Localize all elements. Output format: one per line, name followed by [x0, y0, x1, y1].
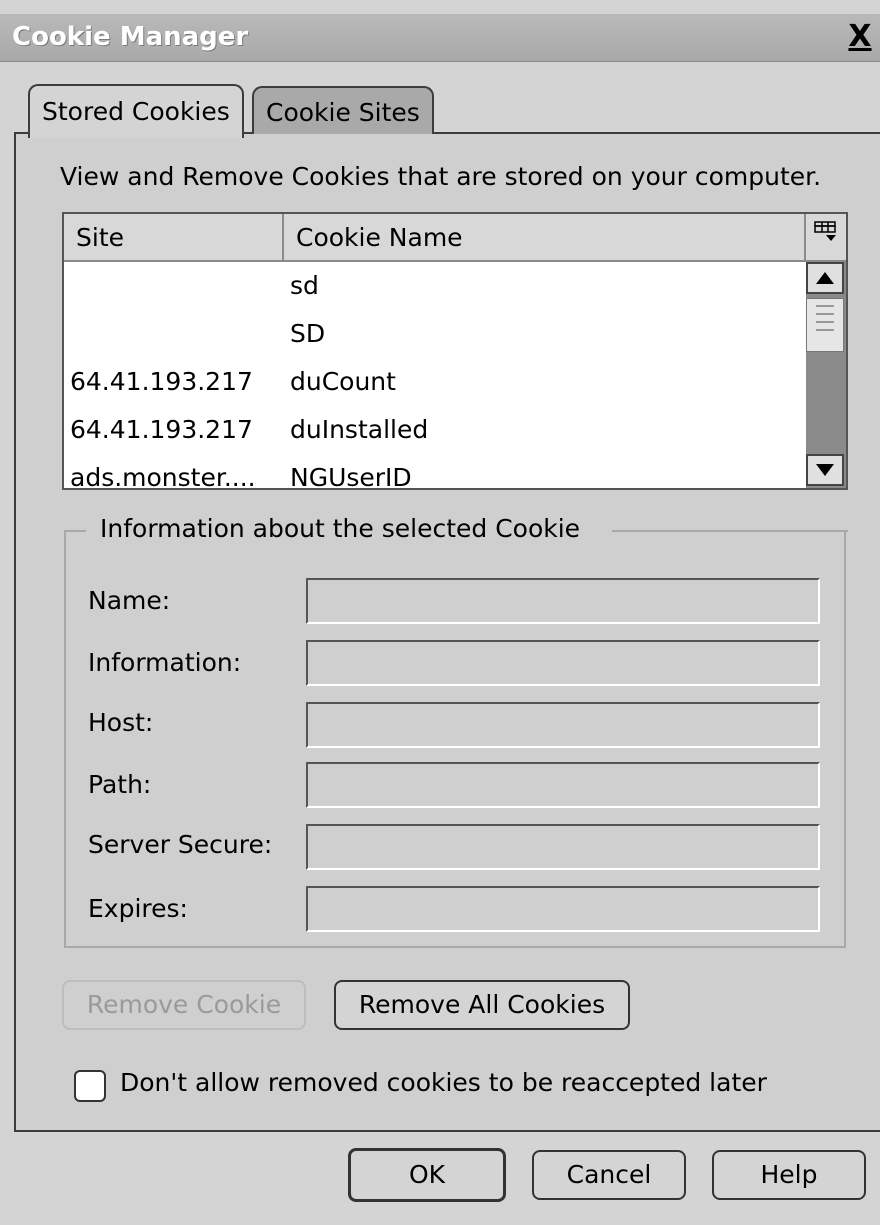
tab-cookie-sites[interactable]: Cookie Sites	[252, 86, 434, 134]
cookie-list[interactable]: Site Cookie Name sd SD 64.41.193.217 duC…	[62, 212, 848, 490]
remove-all-cookies-button[interactable]: Remove All Cookies	[334, 980, 630, 1030]
path-field	[306, 762, 820, 808]
list-item[interactable]: 64.41.193.217 duInstalled	[64, 406, 804, 454]
column-picker-icon[interactable]	[806, 214, 846, 262]
cell-site: ads.monster....	[70, 463, 256, 490]
group-border	[612, 530, 848, 532]
list-item[interactable]: sd	[64, 262, 804, 310]
cell-cookie-name: sd	[290, 271, 319, 300]
window-title: Cookie Manager	[12, 22, 249, 52]
host-label: Host:	[88, 708, 154, 737]
scrollbar-thumb[interactable]	[806, 298, 844, 352]
remove-cookie-button[interactable]: Remove Cookie	[62, 980, 306, 1030]
column-header-cookie-name[interactable]: Cookie Name	[284, 214, 806, 262]
description-text: View and Remove Cookies that are stored …	[60, 162, 822, 191]
list-item[interactable]: ads.monster.... NGUserID	[64, 454, 804, 490]
vertical-scrollbar[interactable]	[806, 262, 846, 488]
group-border	[64, 530, 86, 532]
cell-site: 64.41.193.217	[70, 415, 253, 444]
expires-field	[306, 886, 820, 932]
name-field	[306, 578, 820, 624]
scroll-up-button[interactable]	[806, 262, 844, 294]
column-header-site[interactable]: Site	[64, 214, 284, 262]
expires-label: Expires:	[88, 894, 188, 923]
name-label: Name:	[88, 586, 171, 615]
cell-cookie-name: NGUserID	[290, 463, 412, 490]
cell-cookie-name: SD	[290, 319, 326, 348]
dont-reaccept-checkbox[interactable]	[74, 1070, 106, 1102]
cell-cookie-name: duInstalled	[290, 415, 429, 444]
scroll-down-button[interactable]	[806, 454, 844, 486]
arrow-down-icon	[816, 464, 834, 476]
host-field	[306, 702, 820, 748]
information-field	[306, 640, 820, 686]
cell-cookie-name: duCount	[290, 367, 396, 396]
list-item[interactable]: 64.41.193.217 duCount	[64, 358, 804, 406]
cell-site: 64.41.193.217	[70, 367, 253, 396]
path-label: Path:	[88, 770, 152, 799]
tab-stored-cookies[interactable]: Stored Cookies	[28, 84, 244, 138]
close-button[interactable]: X	[840, 20, 880, 56]
dont-reaccept-label: Don't allow removed cookies to be reacce…	[120, 1068, 767, 1097]
arrow-up-icon	[816, 272, 834, 284]
server-secure-label: Server Secure:	[88, 830, 273, 859]
information-label: Information:	[88, 648, 242, 677]
cancel-button[interactable]: Cancel	[532, 1150, 686, 1200]
list-item[interactable]: SD	[64, 310, 804, 358]
server-secure-field	[306, 824, 820, 870]
help-button[interactable]: Help	[712, 1150, 866, 1200]
ok-button[interactable]: OK	[348, 1148, 506, 1202]
group-legend: Information about the selected Cookie	[100, 514, 581, 543]
